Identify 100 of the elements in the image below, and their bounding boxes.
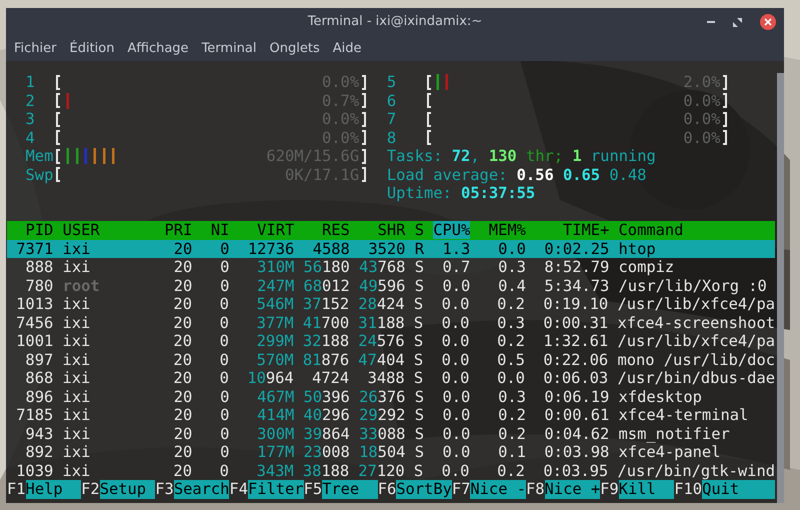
table-cell: 570M (256, 350, 294, 368)
table-cell: xfce4-screenshoot (617, 314, 775, 332)
column-header[interactable]: TIME+ (562, 221, 610, 239)
process-row[interactable]: 943 ixi 20 0 300M 39864 33088 S 0.0 0.2 0:04.62 msm_notifier (7, 424, 775, 443)
function-key: F4 (229, 480, 248, 498)
footer-action[interactable]: Tree (322, 480, 378, 498)
scrollbar[interactable] (777, 73, 784, 503)
table-cell: S (414, 462, 424, 480)
table-cell: 81876 (302, 350, 350, 368)
column-header[interactable]: PID (26, 221, 54, 239)
table-cell: 0.0 (442, 350, 470, 368)
table-cell: 0:19.10 (543, 295, 608, 313)
table-cell: 0.0 (498, 240, 526, 258)
table-cell: 27120 (358, 462, 405, 480)
menu-item[interactable]: Onglets (264, 38, 326, 58)
table-cell: 0.2 (498, 424, 526, 442)
table-cell: ixi (62, 424, 90, 442)
column-header[interactable]: CPU% (433, 221, 470, 239)
table-cell: S (414, 314, 424, 332)
process-row[interactable]: 7185 ixi 20 0 414M 40296 29292 S 0.0 0.2 0:00.61 xfce4-terminal (7, 406, 775, 424)
table-cell: 1039 (16, 462, 54, 480)
table-cell: 8:52.79 (544, 258, 610, 276)
table-cell: 247M (257, 276, 294, 294)
table-cell: 31188 (358, 314, 405, 332)
column-header[interactable]: RES (322, 221, 350, 239)
table-cell: ixi (62, 369, 90, 387)
column-header[interactable]: PRI (164, 221, 192, 239)
footer-action[interactable]: Quit (702, 480, 775, 498)
menu-item[interactable]: Fichier (8, 38, 62, 58)
column-header[interactable]: USER (62, 221, 100, 239)
footer-action[interactable]: Nice - (470, 480, 526, 498)
table-cell: 0:00.31 (543, 314, 608, 332)
table-cell: /usr/lib/xfce4/pa (617, 295, 775, 313)
process-row[interactable]: 780 root 20 0 247M 68012 49596 S 0.0 0.4 5:34.73 /usr/lib/Xorg :0 (7, 276, 775, 295)
table-cell: 943 (26, 424, 54, 442)
table-cell: 20 (173, 314, 192, 332)
table-cell: 20 (173, 295, 192, 313)
menu-item[interactable]: Affichage (121, 38, 195, 58)
table-cell: 1.3 (442, 240, 470, 258)
table-cell: 0 (220, 314, 229, 332)
table-cell: S (414, 424, 424, 442)
table-cell: 50396 (303, 388, 350, 406)
process-row[interactable]: 1013 ixi 20 0 546M 37152 28424 S 0.0 0.2 0:19.10 /usr/lib/xfce4/pa (7, 295, 775, 314)
table-cell: 0.2 (497, 295, 525, 313)
process-row[interactable]: 897 ixi 20 0 570M 81876 47404 S 0.0 0.5 0:22.06 mono /usr/lib/doc (7, 350, 775, 369)
table-cell: 12736 (248, 240, 294, 258)
table-cell: msm_notifier (618, 424, 730, 442)
footer-action[interactable]: Kill (618, 480, 674, 498)
table-cell: 896 (26, 388, 54, 406)
table-cell: 56180 (303, 258, 350, 276)
meter-reading: 0.0% (683, 110, 720, 129)
close-icon[interactable] (760, 14, 776, 30)
footer-action[interactable]: Help (26, 480, 82, 498)
process-row[interactable]: 888 ixi 20 0 310M 56180 43768 S 0.7 0.3 8:52.79 compiz (7, 258, 775, 276)
meter-label: 1 (26, 73, 36, 92)
footer-action[interactable]: Setup (100, 480, 156, 498)
maximize-icon[interactable] (733, 18, 742, 26)
function-key: F3 (155, 480, 174, 498)
minimize-icon[interactable] (707, 20, 715, 24)
table-cell: S (414, 369, 424, 387)
process-row[interactable]: 7456 ixi 20 0 377M 41700 31188 S 0.0 0.3 0:00.31 xfce4-screenshoot (7, 314, 775, 332)
table-cell: 0 (220, 276, 230, 294)
process-row[interactable]: 896 ixi 20 0 467M 50396 26376 S 0.0 0.3 0:06.19 xfdesktop (7, 388, 775, 406)
table-cell: S (414, 350, 424, 368)
table-cell: 20 (173, 369, 192, 387)
menu-item[interactable]: Terminal (196, 38, 263, 58)
menu-item[interactable]: Aide (326, 38, 368, 58)
table-cell: 0:06.19 (544, 388, 610, 406)
process-row[interactable]: 1001 ixi 20 0 299M 32188 24576 S 0.0 0.2 1:32.61 /usr/lib/xfce4/pa (7, 332, 775, 350)
table-cell: 0.3 (498, 258, 526, 276)
column-header[interactable]: MEM% (488, 221, 526, 239)
table-cell: 0.0 (442, 314, 470, 332)
column-header[interactable]: SHR (378, 221, 406, 239)
table-cell: 20 (174, 424, 192, 442)
table-cell: 5:34.73 (544, 276, 610, 294)
function-key: F9 (600, 480, 619, 498)
process-row[interactable]: 7371 ixi 20 0 12736 4588 3520 R 1.3 0.0 0:02.25 htop (7, 240, 775, 258)
table-cell: 0.0 (442, 332, 470, 350)
load-average: Load average: 0.56 0.65 0.48 (386, 166, 648, 184)
footer-action[interactable]: SortBy (396, 480, 452, 498)
table-cell: root (62, 276, 100, 294)
table-cell: 0:03.98 (544, 443, 610, 461)
process-row[interactable]: 892 ixi 20 0 177M 23008 18504 S 0.0 0.1 0:03.98 xfce4-panel (7, 443, 775, 462)
menu-item[interactable]: Édition (64, 38, 120, 58)
table-cell: 7456 (16, 314, 54, 332)
table-cell: 0.0 (442, 295, 470, 313)
column-header[interactable]: VIRT (257, 221, 294, 239)
table-cell: 28424 (358, 295, 405, 313)
table-cell: ixi (62, 443, 90, 461)
table-cell: S (414, 295, 424, 313)
process-row[interactable]: 1039 ixi 20 0 343M 38188 27120 S 0.0 0.2 0:03.95 /usr/bin/gtk-wind (7, 462, 775, 480)
process-row[interactable]: 868 ixi 20 0 10964 4724 3488 S 0.0 0.0 0:06.03 /usr/bin/dbus-dae (7, 369, 775, 388)
footer-action[interactable]: Nice + (544, 480, 600, 498)
column-header[interactable]: NI (210, 221, 230, 239)
meter-label: 3 (26, 110, 36, 128)
column-header[interactable]: Command (618, 221, 684, 239)
footer-action[interactable]: Search (174, 480, 230, 498)
column-header[interactable]: S (414, 221, 424, 239)
footer-action[interactable]: Filter (248, 480, 304, 498)
table-cell: 3520 (368, 240, 406, 258)
